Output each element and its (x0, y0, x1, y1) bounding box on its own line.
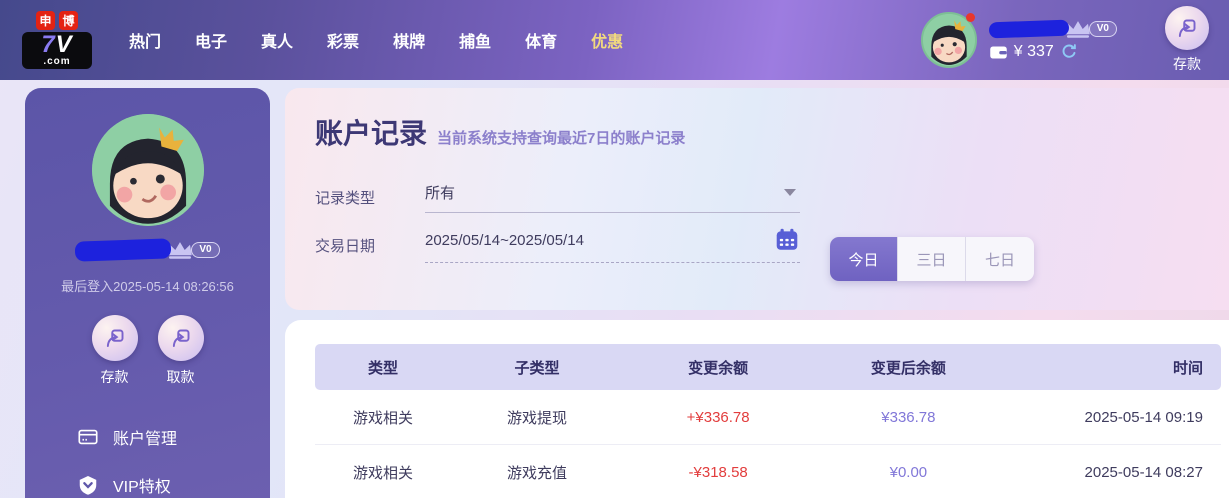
last-login-text: 最后登入2025-05-14 08:26:56 (61, 279, 234, 294)
user-avatar[interactable] (920, 12, 977, 68)
nav-item-hot[interactable]: 热门 (129, 18, 161, 62)
profile-username-redacted (75, 238, 172, 262)
sidebar-deposit-label: 存款 (100, 369, 129, 385)
shield-icon (79, 476, 97, 495)
col-time: 时间 (1172, 359, 1203, 377)
table-header-row: 类型 子类型 变更余额 变更后余额 时间 (315, 344, 1221, 390)
cell-subtype: 游戏充值 (506, 464, 567, 482)
sidebar-withdraw-button[interactable]: 取款 (157, 315, 204, 387)
page-title: 账户记录 (315, 118, 428, 149)
brand-badge-left: 申 (36, 11, 55, 30)
cell-subtype: 游戏提现 (506, 409, 567, 427)
table-row: 游戏相关 游戏提现 +¥336.78 ¥336.78 2025-05-14 09… (315, 390, 1221, 445)
chevron-down-icon (784, 189, 796, 196)
tab-three-days[interactable]: 三日 (898, 237, 966, 281)
brand-logo[interactable]: 申 博 7V .com (22, 11, 92, 69)
nav-item-sports[interactable]: 体育 (525, 18, 557, 62)
brand-name-prefix: 7 (41, 31, 56, 58)
sidebar-item-label: 账户管理 (113, 431, 178, 448)
calendar-icon[interactable] (774, 227, 800, 253)
deposit-quick-label: 存款 (1173, 56, 1201, 72)
user-cluster: V0 ¥ 337 存款 (920, 6, 1229, 74)
cell-time: 2025-05-14 09:19 (1084, 408, 1203, 426)
nav-item-fishing[interactable]: 捕鱼 (459, 18, 491, 62)
profile-avatar[interactable] (91, 114, 204, 226)
bank-card-icon (78, 429, 98, 445)
username-redacted (988, 19, 1070, 39)
col-subtype: 子类型 (514, 359, 560, 377)
brand-tld: .com (43, 56, 71, 67)
sidebar-deposit-icon (91, 315, 138, 361)
refresh-balance-icon[interactable] (1060, 43, 1078, 61)
profile-vip-level-badge: V0 (191, 242, 220, 258)
top-navbar: 申 博 7V .com 热门 电子 真人 彩票 棋牌 捕鱼 体育 优惠 V0 ¥… (0, 0, 1229, 80)
nav-item-cards[interactable]: 棋牌 (393, 18, 425, 62)
date-range-picker[interactable]: 2025/05/14~2025/05/14 (425, 227, 800, 263)
record-type-select[interactable]: 所有 (425, 182, 800, 213)
records-table-card: 类型 子类型 变更余额 变更后余额 时间 游戏相关 游戏提现 +¥336.78 … (285, 320, 1229, 498)
brand-name-suffix: V (55, 31, 73, 58)
wallet-icon (989, 45, 1008, 60)
nav-item-lottery[interactable]: 彩票 (327, 18, 359, 62)
deposit-icon (1165, 6, 1209, 50)
cell-type: 游戏相关 (352, 464, 413, 482)
sidebar-item-vip-privileges[interactable]: VIP特权 (77, 461, 270, 498)
brand-wordmark: 7V .com (22, 32, 92, 69)
deposit-quick-button[interactable]: 存款 (1165, 6, 1209, 74)
page-body: V0 最后登入2025-05-14 08:26:56 存款 取款 账户管理 VI… (0, 80, 1229, 498)
col-type: 类型 (367, 359, 398, 377)
tab-seven-days[interactable]: 七日 (966, 237, 1034, 281)
balance-amount: ¥ 337 (1013, 43, 1054, 60)
col-change: 变更余额 (688, 359, 749, 377)
sidebar-deposit-button[interactable]: 存款 (91, 315, 138, 387)
account-sidebar: V0 最后登入2025-05-14 08:26:56 存款 取款 账户管理 VI… (25, 88, 270, 498)
cell-type: 游戏相关 (352, 409, 413, 427)
date-range-label: 交易日期 (315, 237, 376, 255)
tab-today[interactable]: 今日 (830, 237, 898, 281)
sidebar-item-account-management[interactable]: 账户管理 (77, 413, 270, 461)
sidebar-withdraw-label: 取款 (166, 369, 195, 385)
cell-change: -¥318.58 (688, 463, 748, 481)
nav-item-slots[interactable]: 电子 (195, 18, 227, 62)
main-nav: 热门 电子 真人 彩票 棋牌 捕鱼 体育 优惠 (112, 18, 640, 62)
nav-item-live[interactable]: 真人 (261, 18, 293, 62)
sidebar-menu: 账户管理 VIP特权 红利红包 (25, 413, 270, 498)
nav-item-promos[interactable]: 优惠 (591, 18, 623, 62)
cell-time: 2025-05-14 08:27 (1084, 463, 1203, 481)
date-range-tabs: 今日 三日 七日 (830, 237, 1034, 281)
cell-change: +¥336.78 (686, 408, 750, 426)
vip-level-badge: V0 (1088, 21, 1117, 37)
cell-after: ¥336.78 (881, 408, 936, 426)
notification-dot (965, 13, 975, 22)
brand-badge-right: 博 (59, 11, 78, 30)
page-subtitle: 当前系统支持查询最近7日的账户记录 (437, 130, 686, 147)
account-records-panel: 账户记录 当前系统支持查询最近7日的账户记录 记录类型 所有 交易日期 2025… (285, 88, 1229, 310)
date-range-value: 2025/05/14~2025/05/14 (425, 231, 584, 249)
col-after: 变更后余额 (870, 359, 946, 377)
cell-after: ¥0.00 (889, 463, 928, 481)
record-type-value: 所有 (425, 185, 456, 202)
table-row: 游戏相关 游戏充值 -¥318.58 ¥0.00 2025-05-14 08:2… (315, 445, 1221, 498)
record-type-label: 记录类型 (315, 190, 376, 207)
sidebar-item-label: VIP特权 (113, 479, 171, 496)
sidebar-withdraw-icon (157, 315, 204, 361)
main-content: 账户记录 当前系统支持查询最近7日的账户记录 记录类型 所有 交易日期 2025… (285, 88, 1229, 498)
